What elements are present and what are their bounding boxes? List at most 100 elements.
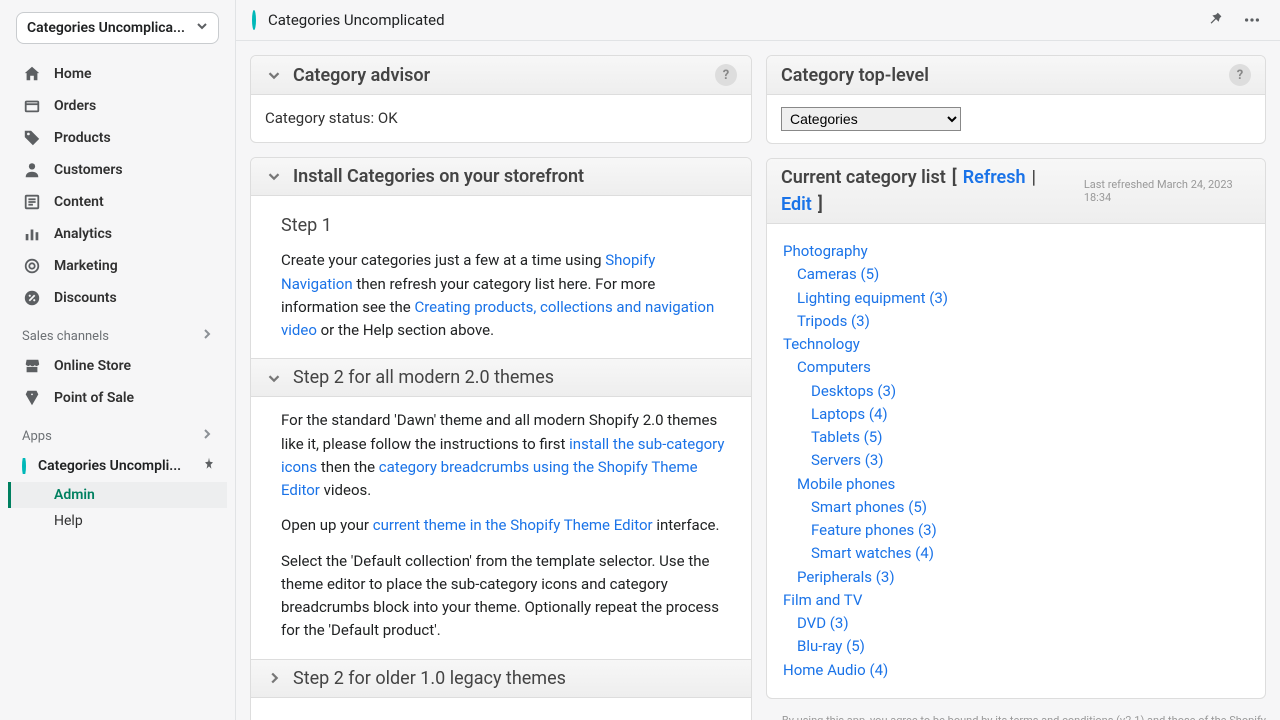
chevron-down-icon[interactable] [265, 66, 283, 84]
nav-customers[interactable]: Customers [8, 154, 227, 186]
category-link[interactable]: Tripods (3) [797, 312, 870, 330]
theme-editor-link[interactable]: current theme in the Shopify Theme Edito… [373, 516, 653, 534]
apps-header: Apps [8, 414, 227, 450]
category-link[interactable]: Desktops (3) [811, 382, 896, 400]
subnav-admin[interactable]: Admin [8, 482, 227, 508]
chevron-right-icon[interactable] [201, 328, 213, 344]
discount-icon [22, 288, 42, 308]
step3-title: Step 3 [281, 714, 727, 720]
step3-section: Step 3 Preview and save your changes, th… [251, 697, 751, 720]
store-selector[interactable]: Categories Uncomplica... [16, 12, 219, 44]
category-link[interactable]: Smart watches (4) [811, 544, 934, 562]
app-subnav: Admin Help [8, 482, 227, 534]
category-link[interactable]: DVD (3) [797, 614, 849, 632]
nav-orders[interactable]: Orders [8, 90, 227, 122]
step1-title: Step 1 [281, 212, 727, 240]
nav-marketing[interactable]: Marketing [8, 250, 227, 282]
category-link[interactable]: Lighting equipment (3) [797, 289, 948, 307]
store-name: Categories Uncomplica... [27, 20, 185, 36]
nav-home-label: Home [54, 66, 92, 82]
install-panel: Install Categories on your storefront St… [250, 157, 752, 720]
category-link[interactable]: Smart phones (5) [811, 498, 927, 516]
nav-pos-label: Point of Sale [54, 390, 134, 406]
nav-app-categories[interactable]: Categories Uncompli... [8, 450, 227, 482]
nav-pos[interactable]: Point of Sale [8, 382, 227, 414]
nav-content[interactable]: Content [8, 186, 227, 218]
more-icon[interactable] [1240, 8, 1264, 32]
category-link[interactable]: Mobile phones [797, 475, 895, 493]
advisor-panel: Category advisor ? Category status: OK [250, 55, 752, 143]
nav-products-label: Products [54, 130, 111, 146]
category-link[interactable]: Cameras (5) [797, 265, 879, 283]
category-link[interactable]: Film and TV [783, 591, 862, 609]
nav-content-label: Content [54, 194, 104, 210]
content-icon [22, 192, 42, 212]
advisor-status: Category status: OK [251, 95, 751, 142]
tag-icon [22, 128, 42, 148]
toplevel-title: Category top-level [781, 65, 929, 86]
pin-icon[interactable] [201, 456, 217, 476]
sidebar: Categories Uncomplica... Home Orders Pro… [0, 0, 236, 720]
category-link[interactable]: Technology [783, 335, 860, 353]
nav-orders-label: Orders [54, 98, 96, 114]
toplevel-select[interactable]: Categories [781, 107, 961, 131]
refresh-link[interactable]: Refresh [963, 167, 1026, 188]
topbar-title: Categories Uncomplicated [268, 11, 1192, 29]
sales-channels-header: Sales channels [8, 314, 227, 350]
category-link[interactable]: Laptops (4) [811, 405, 888, 423]
nav-app-label: Categories Uncompli... [38, 458, 181, 474]
nav-discounts[interactable]: Discounts [8, 282, 227, 314]
help-icon[interactable]: ? [1229, 64, 1251, 86]
chevron-down-icon[interactable] [265, 369, 283, 387]
analytics-icon [22, 224, 42, 244]
nav-online-store[interactable]: Online Store [8, 350, 227, 382]
chevron-down-icon[interactable] [265, 167, 283, 185]
chevron-right-icon[interactable] [201, 428, 213, 444]
edit-link[interactable]: Edit [781, 194, 812, 215]
list-title: Current category list [781, 167, 946, 188]
category-link[interactable]: Photography [783, 242, 868, 260]
nav-home[interactable]: Home [8, 58, 227, 90]
step2b-title: Step 2 for older 1.0 legacy themes [293, 668, 566, 689]
store-icon [22, 356, 42, 376]
nav-discounts-label: Discounts [54, 290, 117, 306]
caret-down-icon [196, 20, 208, 36]
category-link[interactable]: Computers [797, 358, 871, 376]
chevron-right-icon[interactable] [265, 669, 283, 687]
category-link[interactable]: Blu-ray (5) [797, 637, 865, 655]
category-link[interactable]: Servers (3) [811, 451, 884, 469]
nav-products[interactable]: Products [8, 122, 227, 154]
category-link[interactable]: Peripherals (3) [797, 568, 895, 586]
pin-icon[interactable] [1204, 8, 1228, 32]
category-tree: Photography Cameras (5) Lighting equipment… [781, 236, 1251, 686]
footer-note: By using this app, you agree to be bound… [766, 713, 1266, 720]
subnav-help[interactable]: Help [20, 508, 227, 534]
nav-analytics-label: Analytics [54, 226, 112, 242]
main: Categories Uncomplicated Category adviso… [236, 0, 1280, 720]
advisor-title: Category advisor [293, 65, 430, 86]
pos-icon [22, 388, 42, 408]
nav-marketing-label: Marketing [54, 258, 118, 274]
nav-online-store-label: Online Store [54, 358, 131, 374]
home-icon [22, 64, 42, 84]
category-link[interactable]: Home Audio (4) [783, 661, 888, 679]
terms-link[interactable]: terms and conditions (v2.1) [1010, 714, 1144, 720]
step2b-section: Step 2 for older 1.0 legacy themes [251, 659, 751, 697]
app-logo-icon [252, 12, 256, 28]
category-link[interactable]: Tablets (5) [811, 428, 882, 446]
step1-section: Step 1 Create your categories just a few… [251, 196, 751, 359]
content: Category advisor ? Category status: OK I… [236, 41, 1280, 720]
last-refreshed: Last refreshed March 24, 2023 18:34 [1084, 178, 1251, 204]
help-icon[interactable]: ? [715, 64, 737, 86]
install-title: Install Categories on your storefront [293, 166, 584, 187]
category-link[interactable]: Feature phones (3) [811, 521, 937, 539]
nav-analytics[interactable]: Analytics [8, 218, 227, 250]
step2a-section: Step 2 for all modern 2.0 themes For the… [251, 358, 751, 658]
topbar: Categories Uncomplicated [236, 0, 1280, 41]
person-icon [22, 160, 42, 180]
step2a-title: Step 2 for all modern 2.0 themes [293, 367, 554, 388]
toplevel-panel: Category top-level ? Categories [766, 55, 1266, 144]
target-icon [22, 256, 42, 276]
app-logo-icon [22, 458, 26, 474]
orders-icon [22, 96, 42, 116]
